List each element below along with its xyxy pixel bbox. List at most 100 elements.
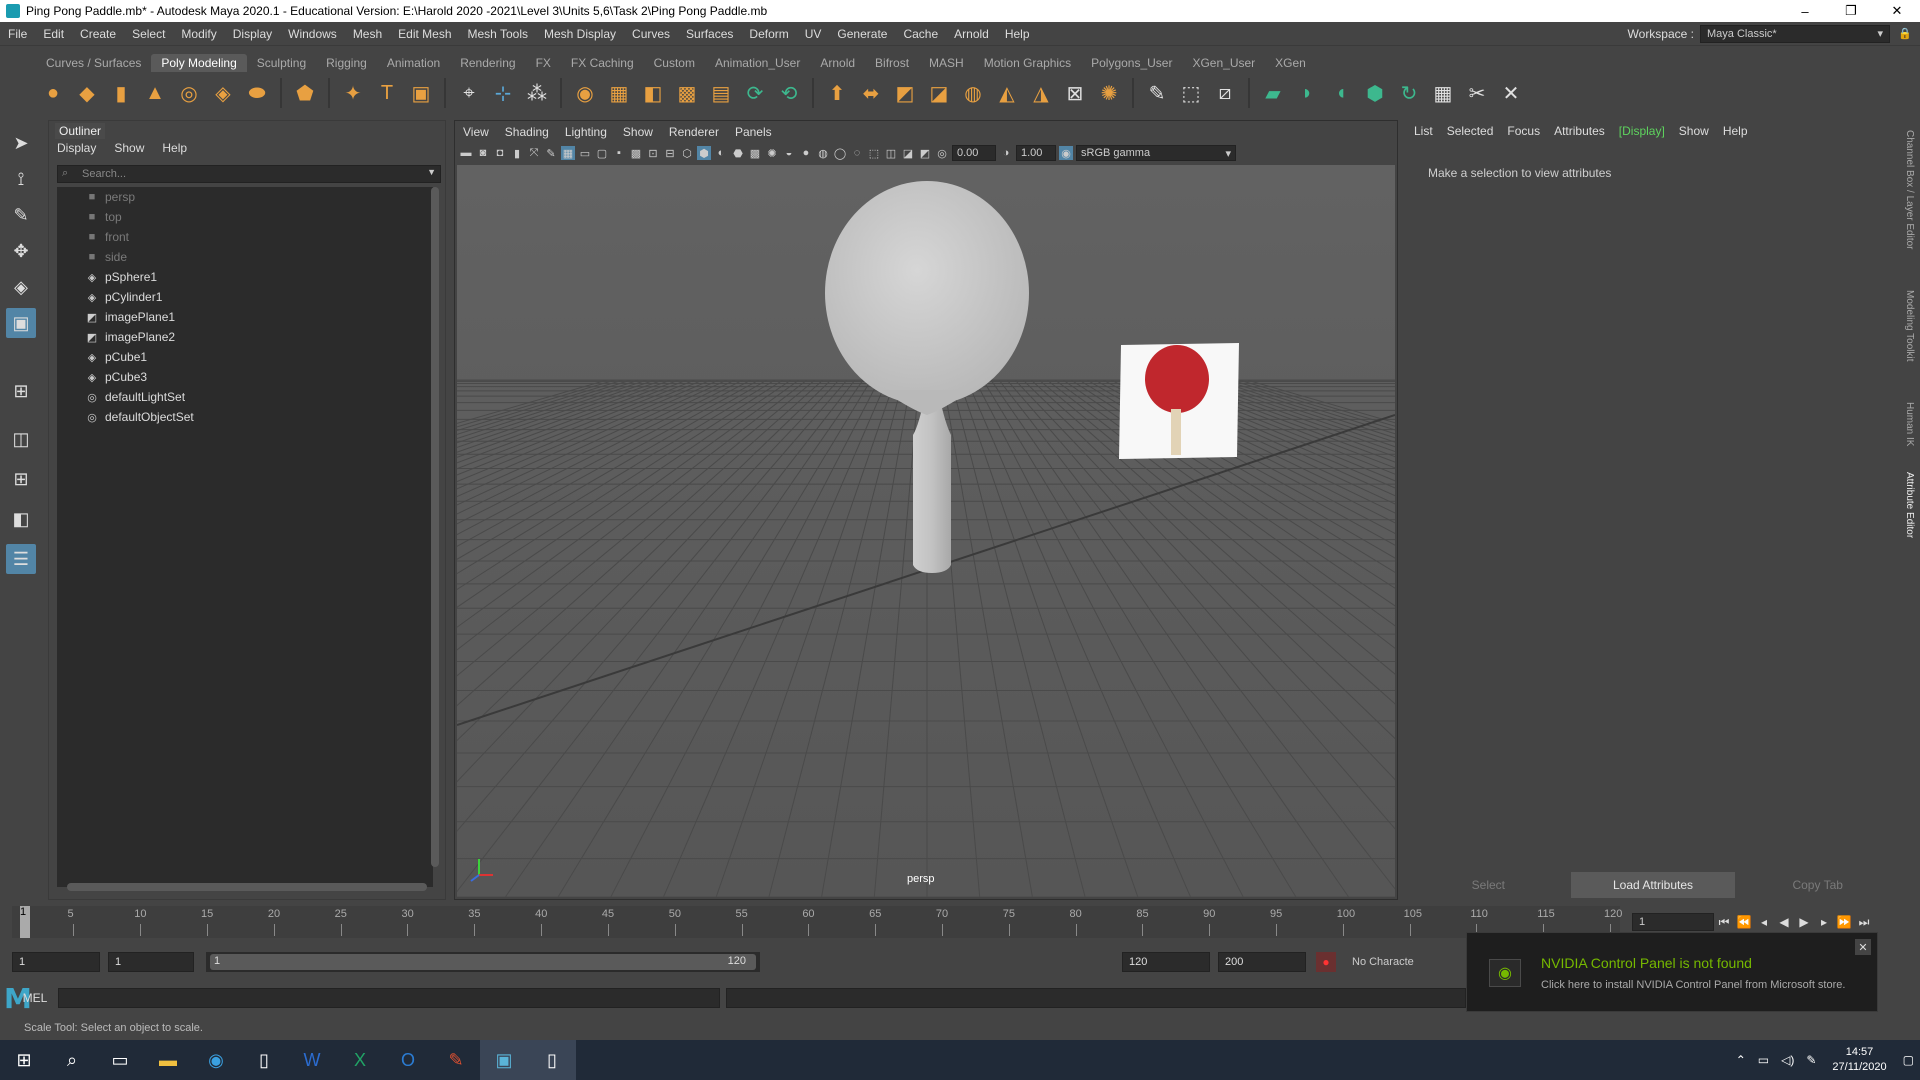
multi-cut-icon[interactable]: ✎ [1144, 80, 1170, 106]
outliner-layout-icon[interactable]: ☰ [6, 544, 36, 574]
ae-menu-list[interactable]: List [1414, 124, 1433, 138]
poly-sphere-icon[interactable]: ● [40, 80, 66, 106]
excel-icon[interactable]: X [336, 1040, 384, 1080]
maximize-button[interactable]: ❐ [1828, 0, 1874, 22]
gamma-field[interactable]: 1.00 [1016, 145, 1056, 161]
outliner-item[interactable]: ■ front [57, 227, 433, 247]
four-pane-icon[interactable]: ⊞ [6, 464, 36, 494]
exposure-icon[interactable]: ◎ [935, 146, 949, 160]
outliner-menu-help[interactable]: Help [162, 141, 187, 155]
bookmark-icon[interactable]: ◘ [493, 146, 507, 160]
wireframe-on-shaded-icon[interactable]: ⬣ [731, 146, 745, 160]
outliner-item[interactable]: ◈ pCube1 [57, 347, 433, 367]
outliner-item[interactable]: ◈ pCylinder1 [57, 287, 433, 307]
auto-key-icon[interactable]: ● [1316, 952, 1336, 972]
field-chart-icon[interactable]: ▩ [629, 146, 643, 160]
rotate-tool-icon[interactable]: ◈ [6, 272, 36, 302]
lasso-tool-icon[interactable]: ⟟ [6, 164, 36, 194]
ae-menu-display[interactable]: [Display] [1619, 124, 1665, 138]
append-icon[interactable]: ◪ [926, 80, 952, 106]
menu-curves[interactable]: Curves [624, 27, 678, 41]
poly-count-icon[interactable]: ⌖ [456, 80, 482, 106]
extrude-icon[interactable]: ⬆ [824, 80, 850, 106]
current-frame-marker[interactable]: 1 [20, 906, 30, 938]
gate-mask-icon[interactable]: ▪ [612, 146, 626, 160]
ae-select-button[interactable]: Select [1406, 872, 1571, 898]
menu-mesh-display[interactable]: Mesh Display [536, 27, 624, 41]
menu-mesh-tools[interactable]: Mesh Tools [460, 27, 536, 41]
auto-map-icon[interactable]: ⬢ [1362, 80, 1388, 106]
word-icon[interactable]: W [288, 1040, 336, 1080]
poly-cylinder-icon[interactable]: ▮ [108, 80, 134, 106]
outliner-item[interactable]: ■ top [57, 207, 433, 227]
edge-browser-icon[interactable]: ◉ [192, 1040, 240, 1080]
tab-motion-graphics[interactable]: Motion Graphics [974, 54, 1081, 72]
viewport-menu-lighting[interactable]: Lighting [565, 125, 607, 139]
shadows-icon[interactable]: ◒ [782, 146, 796, 160]
tab-curves-surfaces[interactable]: Curves / Surfaces [36, 54, 151, 72]
lock-icon[interactable]: 🔒 [1898, 27, 1912, 41]
camera-select-icon[interactable]: ▬ [459, 146, 473, 160]
menu-deform[interactable]: Deform [741, 27, 796, 41]
layout-uv-icon[interactable]: ▦ [1430, 80, 1456, 106]
notification-close-button[interactable]: ✕ [1855, 939, 1871, 955]
document-taskbar-icon[interactable]: ▯ [528, 1040, 576, 1080]
remesh-icon[interactable]: ⟳ [742, 80, 768, 106]
platonic-solid-icon[interactable]: ⬟ [292, 80, 318, 106]
viewport-menu-renderer[interactable]: Renderer [669, 125, 719, 139]
notification-center-icon[interactable]: ▢ [1903, 1053, 1914, 1067]
playback-end-field[interactable]: 120 [1122, 952, 1210, 972]
tray-chevron-icon[interactable]: ⌃ [1736, 1053, 1746, 1067]
separate-icon[interactable]: ▦ [606, 80, 632, 106]
color-space-dropdown[interactable]: sRGB gamma ▾ [1076, 145, 1236, 161]
playback-start-field[interactable]: 1 [108, 952, 194, 972]
pen-icon[interactable]: ✎ [1806, 1053, 1816, 1067]
volume-icon[interactable]: ◁) [1781, 1053, 1794, 1067]
play-backward-icon[interactable]: ◀ [1774, 915, 1794, 929]
poly-cube-icon[interactable]: ◆ [74, 80, 100, 106]
safe-title-icon[interactable]: ⊟ [663, 146, 677, 160]
viewport-menu-panels[interactable]: Panels [735, 125, 772, 139]
sew-uv-icon[interactable]: ✕ [1498, 80, 1524, 106]
side-tab-attribute-editor[interactable]: Attribute Editor [1904, 472, 1915, 538]
network-icon[interactable]: ▭ [1758, 1053, 1769, 1067]
outliner-menu-show[interactable]: Show [114, 141, 144, 155]
mel-command-input[interactable] [58, 988, 720, 1008]
ae-menu-help[interactable]: Help [1723, 124, 1748, 138]
reduce-icon[interactable]: ▤ [708, 80, 734, 106]
tab-custom[interactable]: Custom [644, 54, 705, 72]
bridge-icon[interactable]: ⬌ [858, 80, 884, 106]
go-to-end-icon[interactable]: ⏭ [1854, 915, 1874, 930]
outlook-icon[interactable]: O [384, 1040, 432, 1080]
tab-animation-user[interactable]: Animation_User [705, 54, 810, 72]
tab-xgen[interactable]: XGen [1265, 54, 1316, 72]
play-forward-icon[interactable]: ▶ [1794, 915, 1814, 929]
fill-hole-icon[interactable]: ◍ [960, 80, 986, 106]
bevel-icon[interactable]: ◩ [892, 80, 918, 106]
tab-fx[interactable]: FX [526, 54, 561, 72]
tab-poly-modeling[interactable]: Poly Modeling [151, 54, 247, 72]
menu-generate[interactable]: Generate [829, 27, 895, 41]
step-back-key-icon[interactable]: ⏪ [1734, 915, 1754, 929]
tab-mash[interactable]: MASH [919, 54, 974, 72]
ae-menu-focus[interactable]: Focus [1507, 124, 1540, 138]
nvidia-notification[interactable]: ◉ NVIDIA Control Panel is not found Clic… [1466, 932, 1878, 1012]
xray-active-icon[interactable]: ◩ [918, 146, 932, 160]
step-forward-frame-icon[interactable]: ▸ [1814, 915, 1834, 929]
windows-start-icon[interactable]: ⊞ [0, 1040, 48, 1080]
outliner-search-field[interactable]: ⌕ Search... ▼ [57, 165, 441, 183]
two-d-pan-icon[interactable]: ⤧ [527, 146, 541, 160]
menu-select[interactable]: Select [124, 27, 173, 41]
xray-joints-icon[interactable]: ◪ [901, 146, 915, 160]
character-set-dropdown[interactable]: No Characte [1352, 956, 1414, 968]
single-pane-icon[interactable]: ⊞ [6, 376, 36, 406]
outliner-item[interactable]: ◩ imagePlane1 [57, 307, 433, 327]
poly-cone-icon[interactable]: ▲ [142, 80, 168, 106]
menu-help[interactable]: Help [997, 27, 1038, 41]
ambient-occlusion-icon[interactable]: ● [799, 146, 813, 160]
menu-mesh[interactable]: Mesh [345, 27, 390, 41]
tab-rendering[interactable]: Rendering [450, 54, 525, 72]
circularize-icon[interactable]: ✺ [1096, 80, 1122, 106]
lights-icon[interactable]: ✺ [765, 146, 779, 160]
menu-modify[interactable]: Modify [173, 27, 224, 41]
